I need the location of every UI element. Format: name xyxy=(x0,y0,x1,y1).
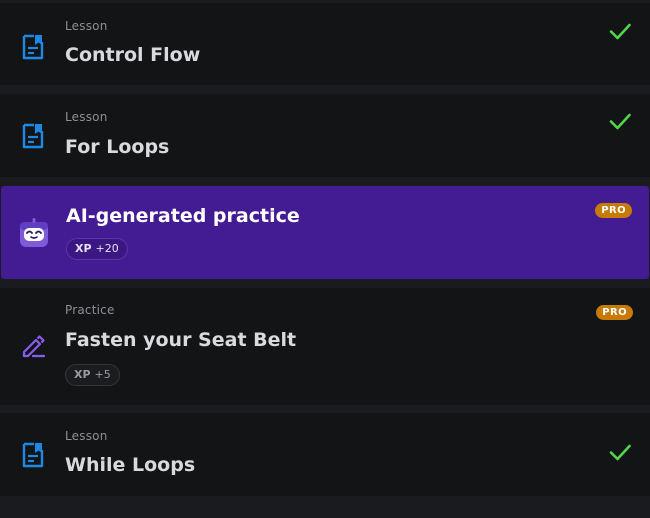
lesson-list: Lesson Control Flow Lesson For Loops AI-… xyxy=(0,0,650,518)
item-title: Fasten your Seat Belt xyxy=(65,329,297,351)
ai-robot-icon xyxy=(17,216,51,250)
list-item-for-loops[interactable]: Lesson For Loops xyxy=(0,94,650,177)
lesson-document-icon xyxy=(18,121,48,151)
checkmark-icon xyxy=(609,113,631,130)
item-title: AI-generated practice xyxy=(66,205,300,227)
xp-value: +5 xyxy=(94,368,111,381)
list-item-while-loops[interactable]: Lesson While Loops xyxy=(0,413,650,496)
pencil-edit-icon xyxy=(18,330,48,360)
list-item-control-flow[interactable]: Lesson Control Flow xyxy=(0,3,650,85)
checkmark-icon xyxy=(609,23,631,40)
lesson-document-icon xyxy=(18,440,48,470)
checkmark-icon xyxy=(609,444,631,461)
item-type-label: Lesson xyxy=(65,429,108,443)
item-type-label: Practice xyxy=(65,303,115,317)
list-item-ai-generated-practice[interactable]: AI-generated practice PRO XP +20 xyxy=(1,186,649,279)
xp-label: XP xyxy=(74,368,91,381)
item-title: While Loops xyxy=(65,454,196,476)
pro-badge: PRO xyxy=(596,305,633,320)
item-type-label: Lesson xyxy=(65,19,108,33)
xp-value: +20 xyxy=(95,242,119,255)
item-title: Control Flow xyxy=(65,44,201,66)
item-type-label: Lesson xyxy=(65,110,108,124)
xp-label: XP xyxy=(75,242,92,255)
list-item-fasten-your-seat-belt[interactable]: Practice Fasten your Seat Belt PRO XP +5 xyxy=(0,288,650,405)
lesson-document-icon xyxy=(18,32,48,62)
xp-badge: XP +5 xyxy=(65,364,120,386)
xp-badge: XP +20 xyxy=(66,238,128,260)
item-title: For Loops xyxy=(65,136,170,158)
pro-badge: PRO xyxy=(595,203,632,218)
